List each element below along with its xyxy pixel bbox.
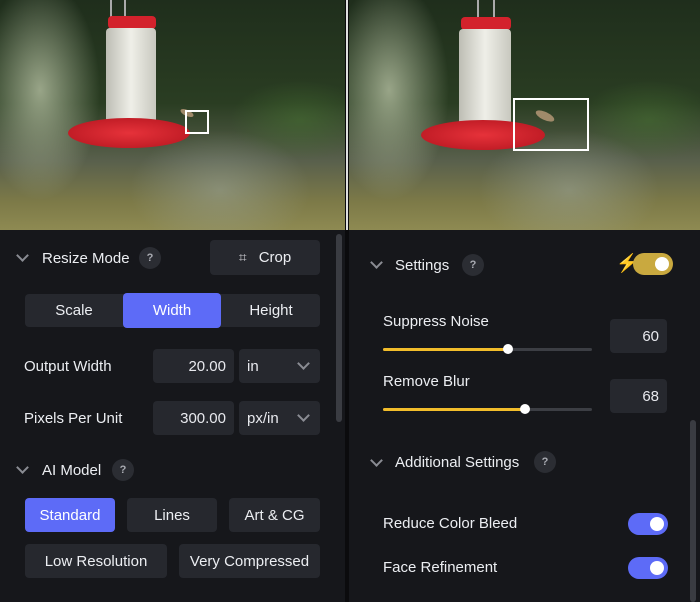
model-low-resolution[interactable]: Low Resolution <box>25 544 167 578</box>
resize-mode-title: Resize Mode <box>42 250 130 267</box>
reduce-color-bleed-toggle[interactable] <box>628 513 668 535</box>
remove-blur-label: Remove Blur <box>383 373 470 390</box>
remove-blur-input[interactable]: 68 <box>610 379 667 413</box>
help-icon[interactable]: ? <box>534 451 556 473</box>
suppress-noise-slider[interactable] <box>383 344 592 354</box>
suppress-noise-input[interactable]: 60 <box>610 319 667 353</box>
output-width-input[interactable]: 20.00 <box>153 349 234 383</box>
unit-value: in <box>247 357 259 375</box>
scrollbar[interactable] <box>336 234 342 422</box>
crop-selection-box[interactable] <box>185 110 209 134</box>
model-standard[interactable]: Standard <box>25 498 115 532</box>
model-lines[interactable]: Lines <box>127 498 217 532</box>
chevron-down-icon <box>297 409 310 422</box>
image-preview-original[interactable] <box>0 0 346 230</box>
face-refinement-toggle[interactable] <box>628 557 668 579</box>
chevron-down-icon[interactable] <box>370 256 383 269</box>
right-settings-panel: Settings ? ⚡ Suppress Noise 60 Remove Bl… <box>349 230 700 602</box>
face-refinement-label: Face Refinement <box>383 559 498 576</box>
reduce-color-bleed-label: Reduce Color Bleed <box>383 515 518 532</box>
chevron-down-icon <box>297 357 310 370</box>
help-icon[interactable]: ? <box>462 254 484 276</box>
crop-icon: ⌗ <box>238 249 247 265</box>
output-width-label: Output Width <box>24 358 112 375</box>
help-icon[interactable]: ? <box>112 459 134 481</box>
chevron-down-icon[interactable] <box>16 461 29 474</box>
settings-title: Settings <box>395 257 450 274</box>
ai-model-title: AI Model <box>42 462 102 479</box>
auto-settings-toggle[interactable] <box>633 253 673 275</box>
mode-width[interactable]: Width <box>123 293 221 328</box>
mode-height[interactable]: Height <box>222 294 320 327</box>
left-settings-panel: Resize Mode ? ⌗ Crop Scale Width Height … <box>0 230 345 602</box>
unit-value: px/in <box>247 409 279 427</box>
slider-handle[interactable] <box>503 344 514 354</box>
pixels-per-unit-label: Pixels Per Unit <box>24 410 123 427</box>
model-very-compressed[interactable]: Very Compressed <box>179 544 320 578</box>
split-line <box>346 0 348 230</box>
additional-settings-title: Additional Settings <box>395 454 520 471</box>
help-icon[interactable]: ? <box>139 247 161 269</box>
zoom-region-box[interactable] <box>513 98 589 151</box>
slider-handle[interactable] <box>520 404 531 414</box>
suppress-noise-label: Suppress Noise <box>383 313 489 330</box>
remove-blur-slider[interactable] <box>383 404 592 414</box>
scrollbar[interactable] <box>690 420 696 602</box>
mode-scale[interactable]: Scale <box>25 294 123 327</box>
chevron-down-icon[interactable] <box>370 454 383 467</box>
pixels-per-unit-select[interactable]: px/in <box>239 401 320 435</box>
chevron-down-icon[interactable] <box>16 249 29 262</box>
crop-label: Crop <box>258 249 292 266</box>
pixels-per-unit-input[interactable]: 300.00 <box>153 401 234 435</box>
model-art-cg[interactable]: Art & CG <box>229 498 320 532</box>
output-width-unit-select[interactable]: in <box>239 349 320 383</box>
crop-button[interactable]: ⌗ Crop <box>210 240 320 275</box>
image-preview-enhanced[interactable] <box>349 0 700 230</box>
